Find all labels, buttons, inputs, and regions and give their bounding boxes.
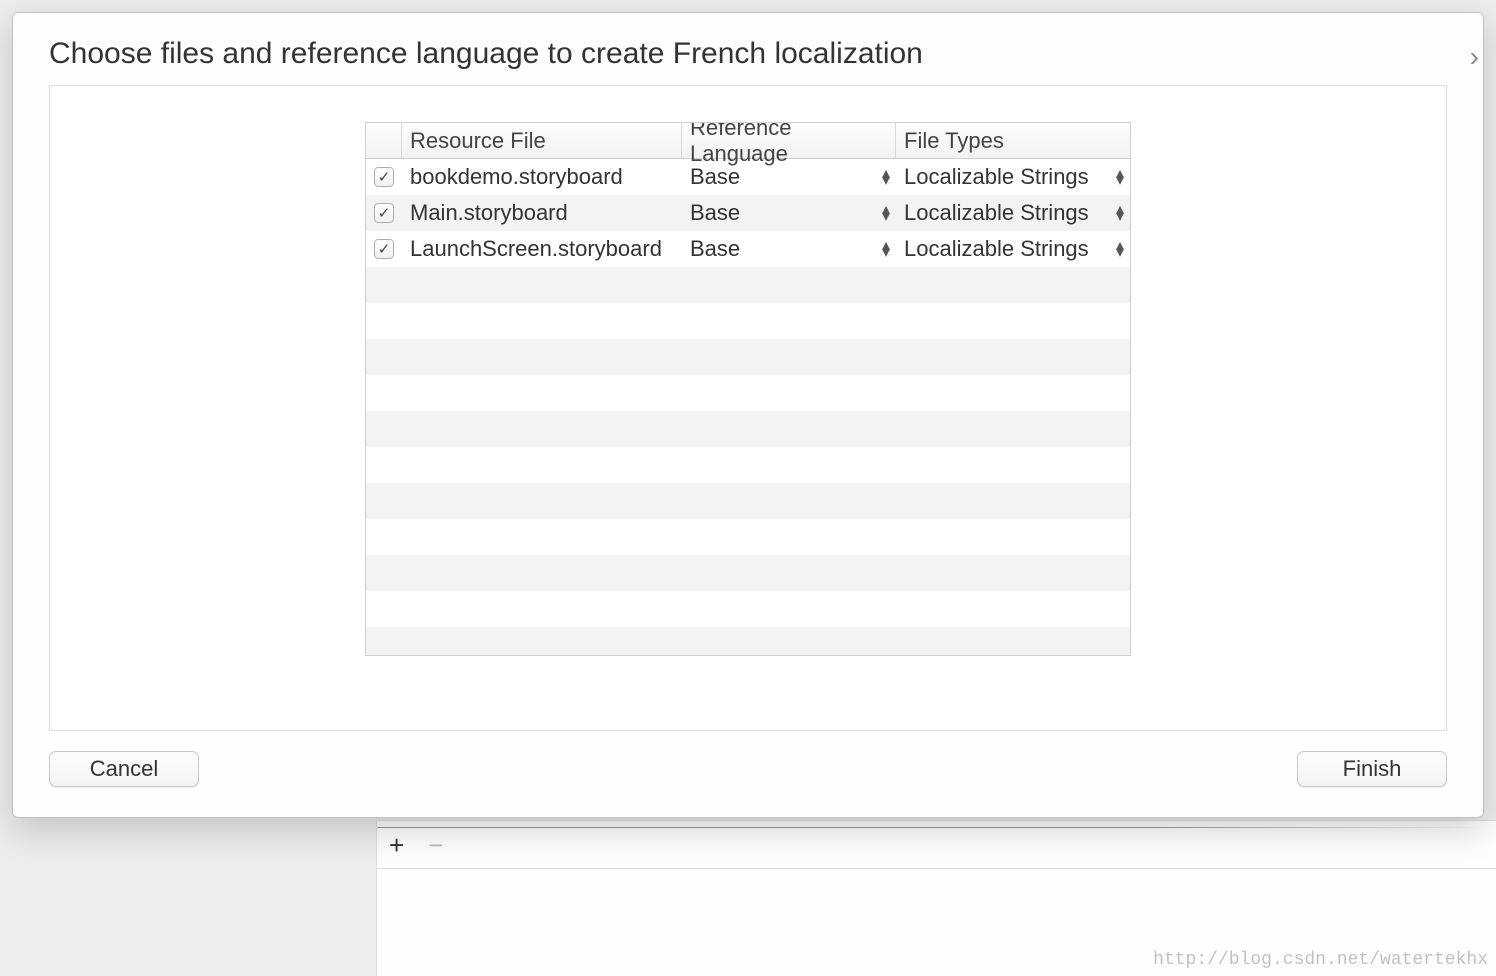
table-row xyxy=(366,627,1130,655)
row-checkbox[interactable]: ✓ xyxy=(374,203,394,223)
content-box: Resource File Reference Language File Ty… xyxy=(49,85,1447,731)
col-header-check xyxy=(366,123,402,158)
table-row xyxy=(366,411,1130,447)
localization-sheet: › Choose files and reference language to… xyxy=(12,12,1484,818)
remove-button: − xyxy=(428,832,443,858)
updown-icon xyxy=(882,170,890,184)
table-header: Resource File Reference Language File Ty… xyxy=(366,123,1130,159)
row-filetype-popup[interactable]: Localizable Strings xyxy=(896,236,1130,262)
col-header-resource[interactable]: Resource File xyxy=(402,123,682,158)
table-row[interactable]: ✓ bookdemo.storyboardBaseLocalizable Stri… xyxy=(366,159,1130,195)
col-header-language[interactable]: Reference Language xyxy=(682,123,896,158)
updown-icon xyxy=(1116,242,1124,256)
table-row xyxy=(366,555,1130,591)
row-filetype-popup[interactable]: Localizable Strings xyxy=(896,200,1130,226)
row-file: bookdemo.storyboard xyxy=(402,164,682,190)
files-table: Resource File Reference Language File Ty… xyxy=(365,122,1131,656)
row-language-popup[interactable]: Base xyxy=(682,200,896,226)
row-checkbox[interactable]: ✓ xyxy=(374,239,394,259)
table-row xyxy=(366,483,1130,519)
table-row xyxy=(366,591,1130,627)
add-button[interactable]: + xyxy=(389,832,404,858)
row-file: LaunchScreen.storyboard xyxy=(402,236,682,262)
table-row[interactable]: ✓ LaunchScreen.storyboardBaseLocalizable … xyxy=(366,231,1130,267)
table-row xyxy=(366,447,1130,483)
table-row xyxy=(366,375,1130,411)
row-language-popup[interactable]: Base xyxy=(682,164,896,190)
table-row[interactable]: ✓ Main.storyboardBaseLocalizable Strings xyxy=(366,195,1130,231)
sheet-title: Choose files and reference language to c… xyxy=(13,13,1483,71)
table-row xyxy=(366,267,1130,303)
updown-icon xyxy=(1116,206,1124,220)
chevron-right-icon: › xyxy=(1470,41,1479,73)
finish-button[interactable]: Finish xyxy=(1297,751,1447,787)
row-filetype-popup[interactable]: Localizable Strings xyxy=(896,164,1130,190)
row-language-popup[interactable]: Base xyxy=(682,236,896,262)
row-checkbox[interactable]: ✓ xyxy=(374,167,394,187)
table-row xyxy=(366,339,1130,375)
col-header-filetypes[interactable]: File Types xyxy=(896,123,1130,158)
watermark: http://blog.csdn.net/watertekhx xyxy=(1153,950,1488,970)
updown-icon xyxy=(882,206,890,220)
row-file: Main.storyboard xyxy=(402,200,682,226)
updown-icon xyxy=(1116,170,1124,184)
updown-icon xyxy=(882,242,890,256)
cancel-button[interactable]: Cancel xyxy=(49,751,199,787)
table-row xyxy=(366,303,1130,339)
table-row xyxy=(366,519,1130,555)
